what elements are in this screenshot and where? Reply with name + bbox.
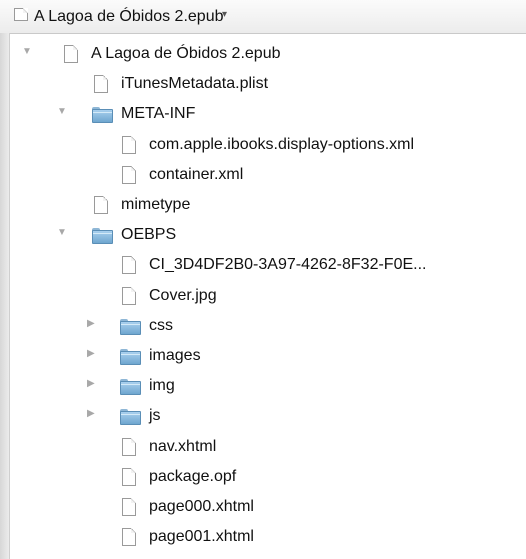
disclosure-collapsed-icon[interactable]: ▶ [87, 349, 97, 359]
tree-item-label: container.xml [149, 165, 244, 183]
document-icon [14, 8, 28, 21]
window-title[interactable]: A Lagoa de Óbidos 2.epub [34, 7, 224, 27]
folder-icon [92, 224, 113, 245]
file-icon [120, 466, 138, 486]
file-icon [120, 436, 138, 456]
tree-file-row[interactable]: page000.xhtml [0, 493, 526, 523]
file-icon [62, 43, 80, 63]
tree-item-label: page001.xhtml [149, 528, 254, 546]
tree-folder-row[interactable]: ▶ img [0, 372, 526, 402]
tree-item-label: CI_3D4DF2B0-3A97-4262-8F32-F0E... [149, 256, 427, 274]
file-icon [120, 285, 138, 305]
file-icon [120, 526, 138, 547]
path-popup-bar[interactable]: A Lagoa de Óbidos 2.epub ▾ [0, 0, 526, 34]
tree-file-row[interactable]: CI_3D4DF2B0-3A97-4262-8F32-F0E... [0, 251, 526, 281]
tree-item-label: page000.xhtml [149, 498, 254, 515]
tree-file-row[interactable]: page001.xhtml [0, 523, 526, 553]
tree-folder-row[interactable]: ▼ OEBPS [0, 221, 526, 251]
disclosure-collapsed-icon[interactable]: ▶ [87, 379, 97, 389]
tree-folder-row[interactable]: ▼ META-INF [0, 100, 526, 130]
folder-icon [120, 375, 141, 396]
tree-item-label: OEBPS [121, 226, 177, 244]
folder-icon [120, 345, 141, 365]
tree-file-row[interactable]: package.opf [0, 463, 526, 493]
disclosure-expanded-icon[interactable]: ▼ [57, 228, 67, 238]
tree-folder-row[interactable]: ▶ js [0, 402, 526, 432]
tree-item-label: img [149, 377, 175, 395]
tree-folder-row[interactable]: ▶ images [0, 342, 526, 372]
tree-file-row[interactable]: iTunesMetadata.plist [0, 70, 526, 100]
tree-item-label: com.apple.ibooks.display-options.xml [149, 135, 415, 153]
folder-icon [120, 405, 141, 426]
tree-folder-row[interactable]: ▶ css [0, 312, 526, 342]
tree-file-row[interactable]: ▼ A Lagoa de Óbidos 2.epub [0, 40, 526, 70]
tree-file-row[interactable]: container.xml [0, 161, 526, 191]
tree-item-label: mimetype [121, 196, 191, 213]
file-icon [120, 496, 138, 516]
tree-item-label: META-INF [121, 105, 196, 123]
file-icon [120, 254, 138, 275]
tree-item-label: css [149, 316, 173, 334]
disclosure-expanded-icon[interactable]: ▼ [22, 47, 32, 57]
tree-file-row[interactable]: Cover.jpg [0, 282, 526, 312]
disclosure-collapsed-icon[interactable]: ▶ [87, 409, 97, 419]
folder-icon [120, 315, 141, 335]
tree-item-label: Cover.jpg [149, 286, 217, 304]
tree-file-row[interactable]: mimetype [0, 191, 526, 221]
tree-item-label: iTunesMetadata.plist [121, 75, 269, 93]
file-icon [120, 134, 138, 154]
tree-item-label: images [149, 347, 201, 364]
file-icon [120, 164, 138, 184]
tree-item-label: js [149, 407, 161, 425]
tree-item-label: A Lagoa de Óbidos 2.epub [91, 45, 281, 62]
tree-file-row[interactable]: nav.xhtml [0, 433, 526, 463]
file-icon [92, 194, 110, 214]
tree-item-label: package.opf [149, 467, 237, 485]
folder-icon [92, 103, 113, 124]
tree-item-label: nav.xhtml [149, 437, 217, 455]
disclosure-expanded-icon[interactable]: ▼ [57, 107, 67, 117]
file-icon [92, 73, 110, 94]
disclosure-collapsed-icon[interactable]: ▶ [87, 318, 97, 329]
chevron-down-icon[interactable]: ▾ [222, 9, 227, 20]
tree-file-row[interactable]: com.apple.ibooks.display-options.xml [0, 131, 526, 161]
